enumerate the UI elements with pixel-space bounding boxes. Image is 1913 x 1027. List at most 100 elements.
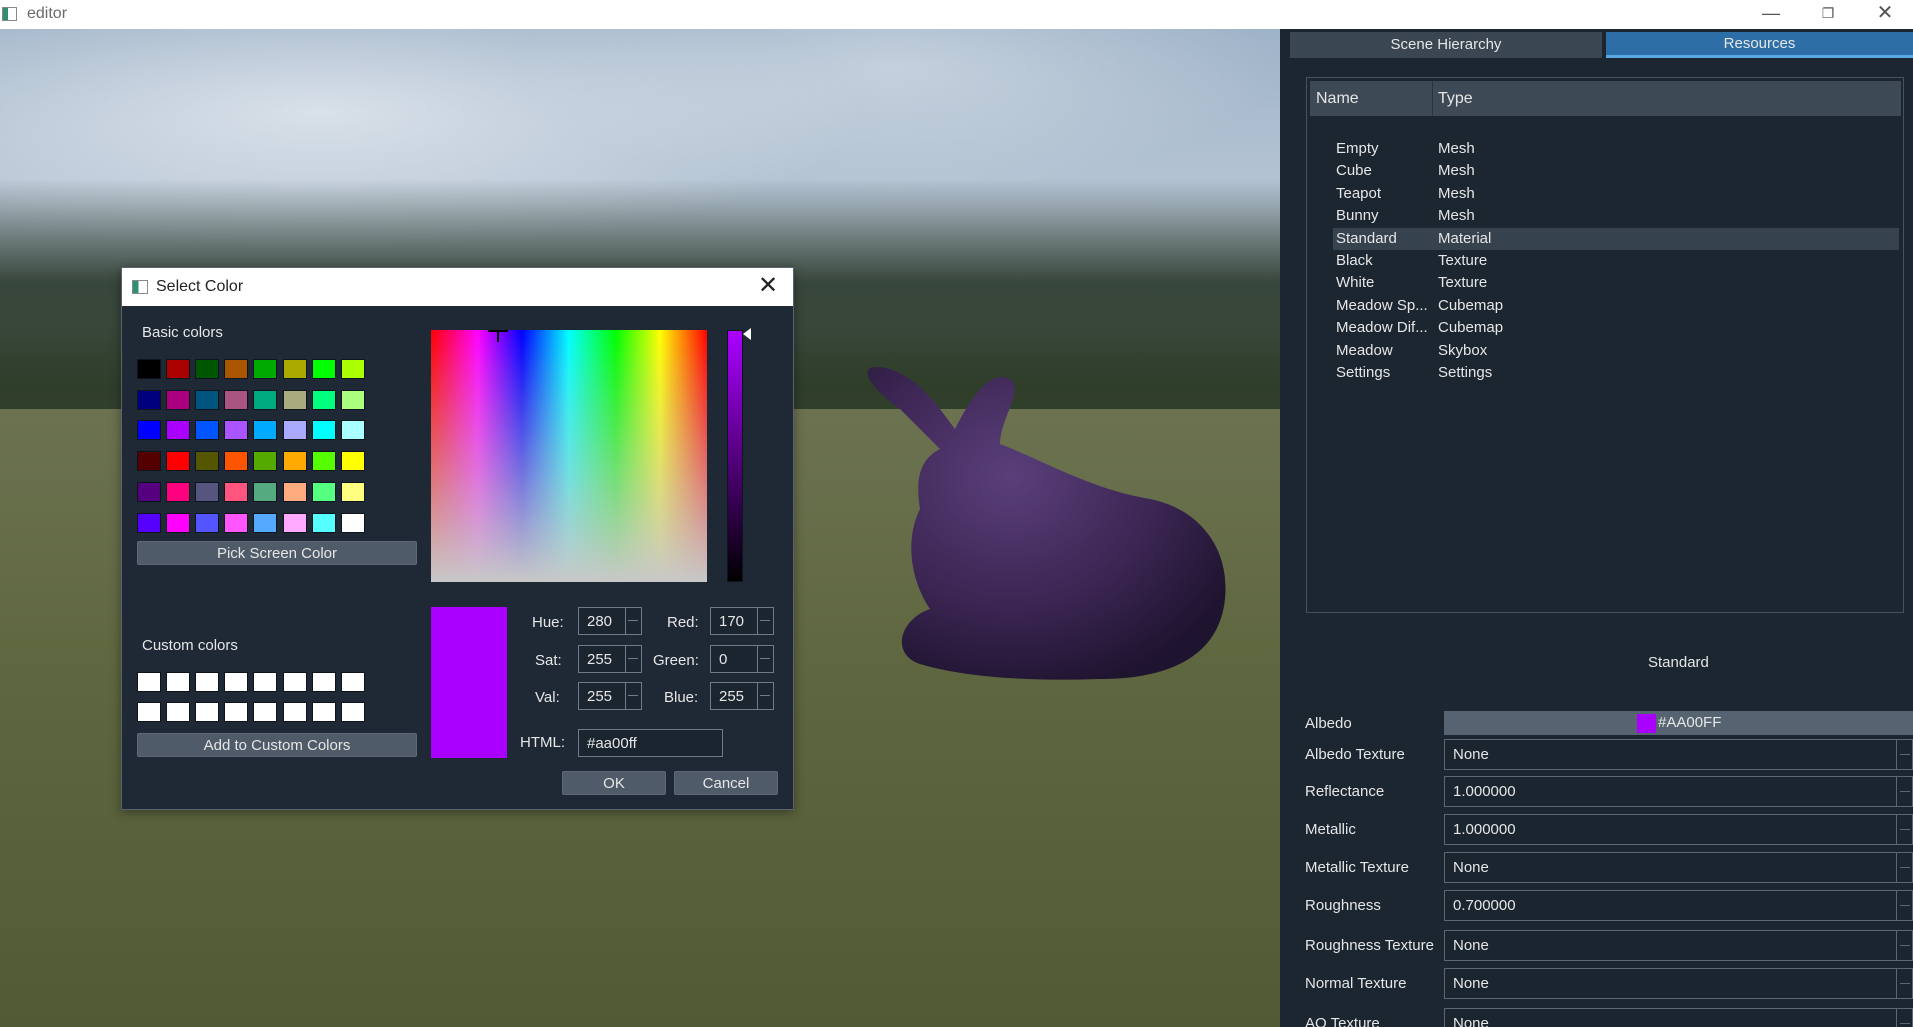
column-header-name[interactable]: Name [1316,90,1359,108]
basic-color-swatch[interactable] [137,389,161,410]
basic-color-swatch[interactable] [282,481,307,502]
pick-screen-color-button[interactable]: Pick Screen Color [137,541,417,565]
basic-color-swatch[interactable] [340,420,365,441]
table-row[interactable]: Bunny Mesh [1333,205,1899,227]
custom-color-swatch[interactable] [282,672,307,692]
basic-color-swatch[interactable] [166,451,191,472]
dropdown-icon[interactable] [1896,931,1912,960]
basic-color-swatch[interactable] [195,481,220,502]
basic-color-swatch[interactable] [195,420,220,441]
green-spinbox[interactable]: 0 [710,645,774,673]
table-row[interactable]: Black Texture [1333,250,1899,272]
basic-color-swatch[interactable] [224,481,249,502]
custom-color-swatch[interactable] [166,672,191,692]
custom-color-swatch[interactable] [340,672,365,692]
basic-color-swatch[interactable] [340,451,365,472]
restore-icon[interactable]: ❐ [1800,0,1856,29]
basic-color-swatch[interactable] [137,481,161,502]
property-combobox[interactable]: None [1444,968,1913,999]
property-combobox[interactable]: None [1444,1008,1913,1027]
basic-color-swatch[interactable] [224,389,249,410]
custom-color-swatch[interactable] [195,702,220,722]
basic-color-swatch[interactable] [311,451,336,472]
blue-spinbox[interactable]: 255 [710,682,774,710]
custom-color-swatch[interactable] [137,702,161,722]
basic-color-swatch[interactable] [195,512,220,533]
property-combobox[interactable]: None [1444,739,1913,770]
basic-color-swatch[interactable] [282,359,307,379]
custom-color-swatch[interactable] [195,672,220,692]
stepper-icon[interactable] [1896,815,1912,844]
table-row[interactable]: Meadow Dif... Cubemap [1333,317,1899,339]
basic-color-swatch[interactable] [340,389,365,410]
basic-color-swatch[interactable] [253,389,278,410]
tab-scene-hierarchy[interactable]: Scene Hierarchy [1290,32,1602,58]
basic-color-swatch[interactable] [224,420,249,441]
hue-stepper-icon[interactable] [625,608,641,634]
basic-color-swatch[interactable] [311,389,336,410]
basic-color-swatch[interactable] [224,359,249,379]
basic-color-swatch[interactable] [311,359,336,379]
custom-color-swatch[interactable] [224,672,249,692]
basic-color-swatch[interactable] [253,481,278,502]
custom-color-swatch[interactable] [253,702,278,722]
basic-color-swatch[interactable] [253,451,278,472]
basic-color-swatch[interactable] [137,359,161,379]
table-row[interactable]: Teapot Mesh [1333,183,1899,205]
property-spinbox[interactable]: 1.000000 [1444,814,1913,845]
basic-color-swatch[interactable] [166,389,191,410]
custom-color-swatch[interactable] [224,702,249,722]
basic-color-swatch[interactable] [224,512,249,533]
table-row[interactable]: Settings Settings [1333,362,1899,384]
custom-color-swatch[interactable] [166,702,191,722]
basic-color-swatch[interactable] [195,389,220,410]
column-divider[interactable] [1432,81,1433,116]
custom-color-swatch[interactable] [253,672,278,692]
dropdown-icon[interactable] [1896,1009,1912,1027]
basic-color-swatch[interactable] [166,481,191,502]
albedo-color-button[interactable]: #AA00FF [1444,711,1913,735]
table-row[interactable]: Meadow Skybox [1333,340,1899,362]
dropdown-icon[interactable] [1896,740,1912,769]
html-color-input[interactable]: #aa00ff [578,729,723,757]
table-row[interactable]: Cube Mesh [1333,160,1899,182]
basic-color-swatch[interactable] [311,420,336,441]
table-row[interactable]: Meadow Sp... Cubemap [1333,295,1899,317]
basic-color-swatch[interactable] [195,451,220,472]
custom-color-swatch[interactable] [137,672,161,692]
val-spinbox[interactable]: 255 [578,682,642,710]
basic-color-swatch[interactable] [195,359,220,379]
property-spinbox[interactable]: 0.700000 [1444,890,1913,921]
basic-color-swatch[interactable] [340,359,365,379]
cancel-button[interactable]: Cancel [674,771,778,795]
sat-stepper-icon[interactable] [625,646,641,672]
basic-color-swatch[interactable] [137,451,161,472]
dropdown-icon[interactable] [1896,969,1912,998]
tab-resources[interactable]: Resources [1606,32,1913,58]
stepper-icon[interactable] [1896,777,1912,806]
stepper-icon[interactable] [1896,891,1912,920]
close-window-icon[interactable]: ✕ [1857,0,1913,29]
green-stepper-icon[interactable] [757,646,773,672]
table-row[interactable]: Empty Mesh [1333,138,1899,160]
hue-saturation-spectrum[interactable] [431,330,707,582]
ok-button[interactable]: OK [562,771,666,795]
basic-color-swatch[interactable] [311,481,336,502]
custom-color-swatch[interactable] [282,702,307,722]
add-custom-colors-button[interactable]: Add to Custom Colors [137,733,417,757]
val-stepper-icon[interactable] [625,683,641,709]
basic-color-swatch[interactable] [253,420,278,441]
basic-color-swatch[interactable] [311,512,336,533]
value-slider[interactable] [727,330,743,582]
basic-color-swatch[interactable] [137,420,161,441]
basic-color-swatch[interactable] [282,389,307,410]
basic-color-swatch[interactable] [137,512,161,533]
sat-spinbox[interactable]: 255 [578,645,642,673]
custom-color-swatch[interactable] [311,702,336,722]
basic-color-swatch[interactable] [166,512,191,533]
basic-color-swatch[interactable] [166,359,191,379]
hue-spinbox[interactable]: 280 [578,607,642,635]
basic-color-swatch[interactable] [282,420,307,441]
red-stepper-icon[interactable] [757,608,773,634]
basic-color-swatch[interactable] [282,451,307,472]
